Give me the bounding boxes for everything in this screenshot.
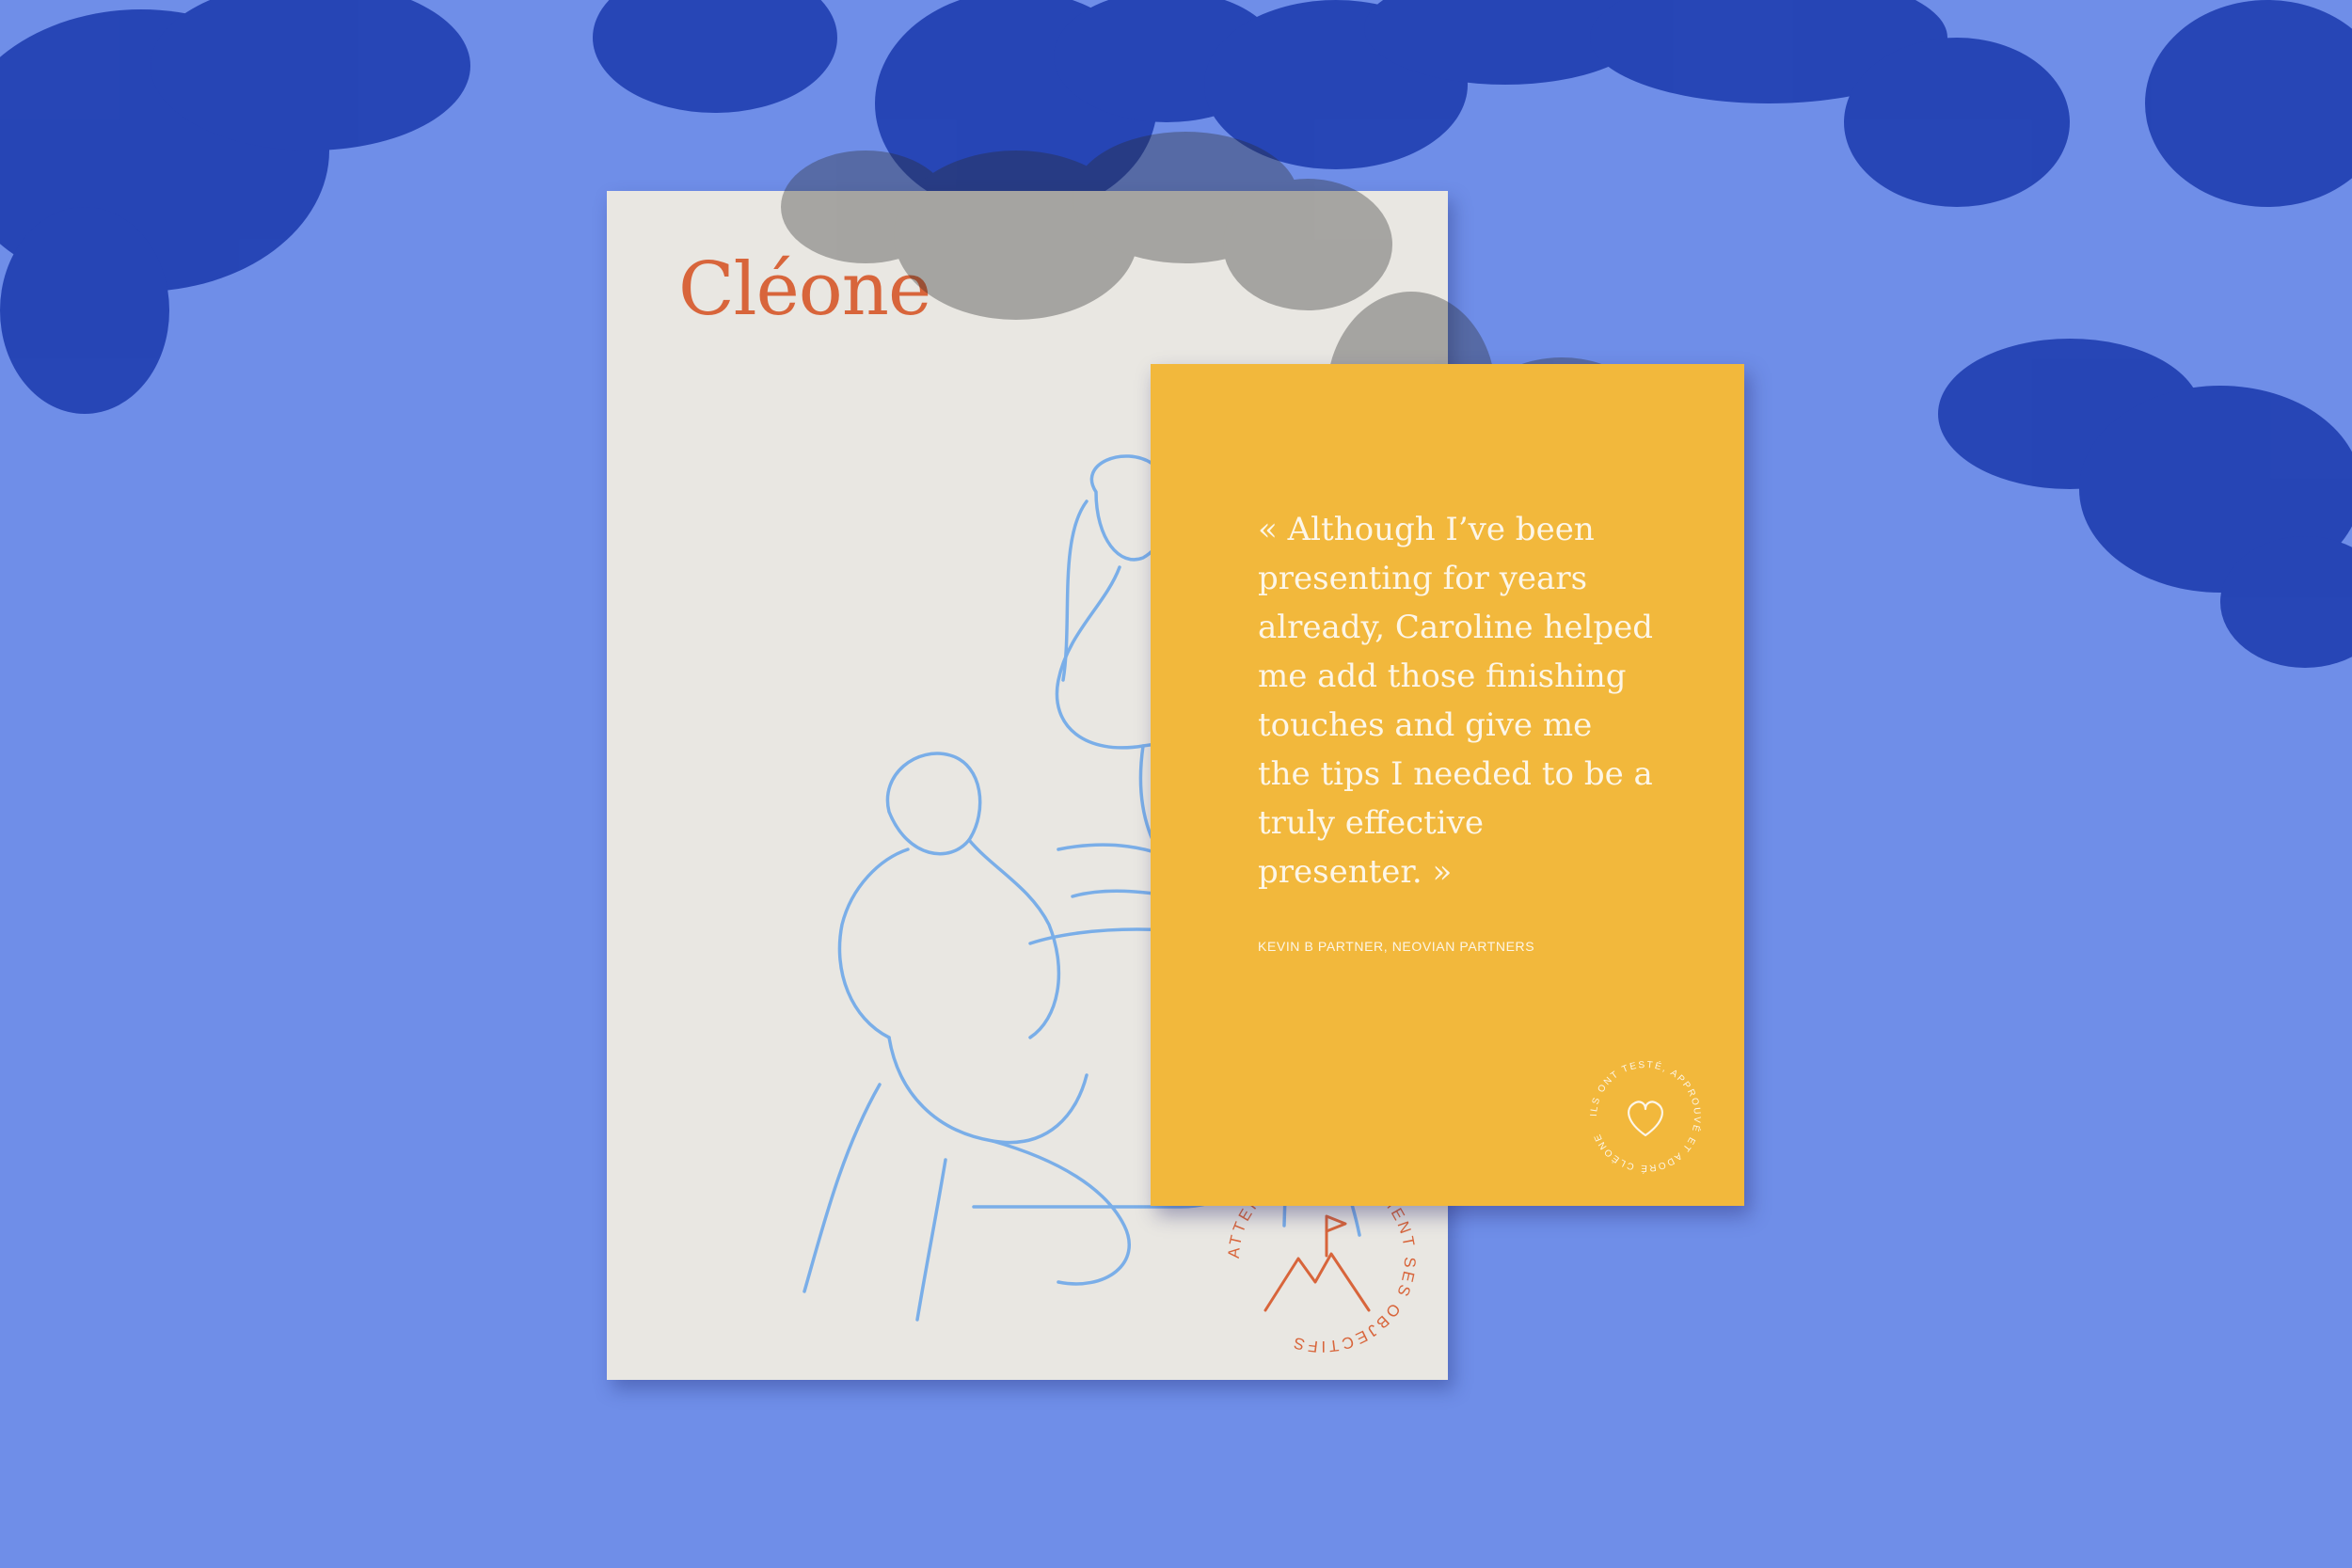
brand-logo: Cléone bbox=[678, 247, 931, 332]
approval-seal-text: ILS ONT TESTÉ, APPROUVÉ ET ADORÉ CLÉONE bbox=[1589, 1059, 1701, 1175]
approval-seal: ILS ONT TESTÉ, APPROUVÉ ET ADORÉ CLÉONE bbox=[1589, 1059, 1703, 1175]
testimonial-attribution: KEVIN B PARTNER, NEOVIAN PARTNERS bbox=[1258, 939, 1535, 954]
svg-text:ILS ONT TESTÉ, APPROUVÉ ET ADO: ILS ONT TESTÉ, APPROUVÉ ET ADORÉ CLÉONE bbox=[1589, 1059, 1703, 1175]
mountain-flag-icon bbox=[1263, 1214, 1371, 1312]
testimonial-quote: « Although I’ve been presenting for year… bbox=[1258, 511, 1653, 891]
heart-icon bbox=[1628, 1101, 1663, 1137]
mockup-scene: Cléone ATTE ENT SES OBJECTIFS « Although… bbox=[0, 0, 2352, 1568]
yellow-card: « Although I’ve been presenting for year… bbox=[1151, 364, 1744, 1206]
